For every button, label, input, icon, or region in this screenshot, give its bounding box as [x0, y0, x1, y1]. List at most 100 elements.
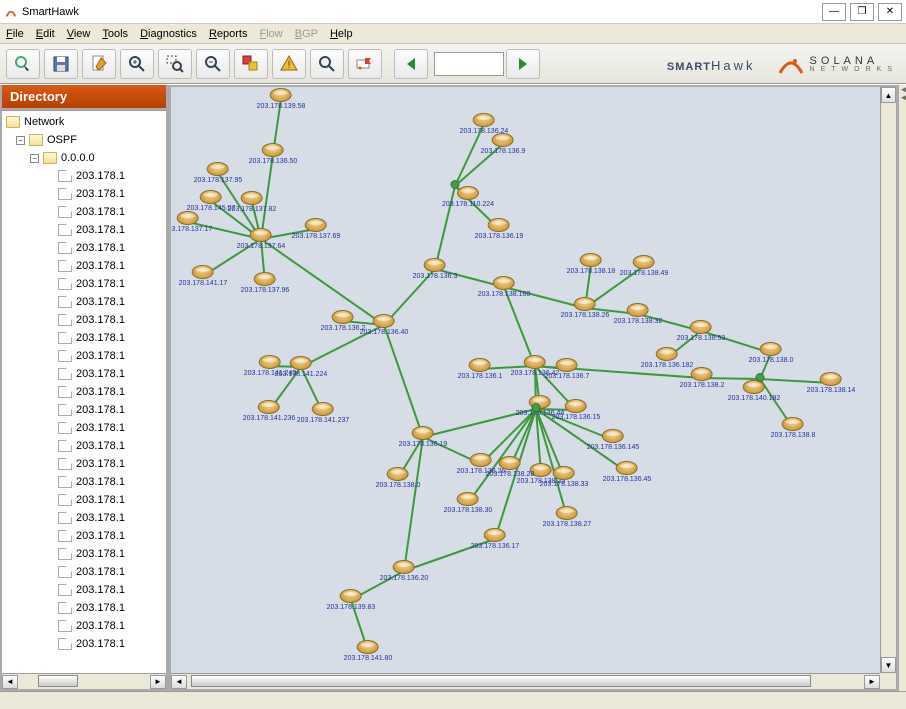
tree-leaf[interactable]: 203.178.1: [2, 365, 166, 383]
scroll-thumb[interactable]: [38, 675, 78, 687]
directory-tree[interactable]: Network −OSPF −0.0.0.0 203.178.1203.178.…: [2, 110, 166, 673]
alert-button[interactable]: !: [272, 49, 306, 79]
topology-canvas[interactable]: 203.178.139.58203.178.136.50203.178.136.…: [171, 87, 880, 673]
file-icon: [58, 260, 72, 272]
menu-view[interactable]: View: [67, 28, 91, 40]
scroll-down-button[interactable]: ▼: [881, 657, 896, 673]
tree-leaf[interactable]: 203.178.1: [2, 221, 166, 239]
canvas-hscroll[interactable]: ◄ ►: [171, 673, 880, 689]
window-titlebar: SmartHawk — ❐ ✕: [0, 0, 906, 24]
topology-edge: [638, 314, 701, 331]
scroll-right-button[interactable]: ►: [150, 675, 166, 689]
file-icon: [58, 206, 72, 218]
minimize-button[interactable]: —: [822, 3, 846, 21]
file-icon: [58, 386, 72, 398]
save-button[interactable]: [44, 49, 78, 79]
tree-leaf[interactable]: 203.178.1: [2, 455, 166, 473]
zoom-region-button[interactable]: [158, 49, 192, 79]
scroll-right-button[interactable]: ►: [864, 675, 880, 689]
scroll-left-button[interactable]: ◄: [171, 675, 187, 689]
topology-edge: [535, 366, 536, 409]
menu-reports[interactable]: Reports: [209, 28, 248, 40]
topology-edge: [701, 331, 771, 353]
topology-edge: [351, 571, 404, 600]
menu-help[interactable]: Help: [330, 28, 353, 40]
topology-edge: [585, 264, 591, 308]
topology-edge: [585, 308, 638, 314]
topology-edge: [585, 266, 644, 308]
menu-file[interactable]: File: [6, 28, 24, 40]
tree-leaf[interactable]: 203.178.1: [2, 509, 166, 527]
tree-leaf[interactable]: 203.178.1: [2, 527, 166, 545]
file-icon: [58, 584, 72, 596]
frame-field[interactable]: [434, 52, 504, 76]
file-icon: [58, 332, 72, 344]
folder-icon: [43, 152, 57, 164]
tree-ospf[interactable]: −OSPF: [2, 131, 166, 149]
layout-button[interactable]: [234, 49, 268, 79]
menu-diagnostics[interactable]: Diagnostics: [140, 28, 197, 40]
prev-button[interactable]: [394, 49, 428, 79]
tree-leaf[interactable]: 203.178.1: [2, 545, 166, 563]
tree-leaf[interactable]: 203.178.1: [2, 203, 166, 221]
tree-label: 203.178.1: [76, 422, 125, 434]
file-icon: [58, 638, 72, 650]
tree-root[interactable]: Network: [2, 113, 166, 131]
tree-leaf[interactable]: 203.178.1: [2, 563, 166, 581]
tree-leaf[interactable]: 203.178.1: [2, 347, 166, 365]
zoom-out-button[interactable]: [196, 49, 230, 79]
tree-leaf[interactable]: 203.178.1: [2, 383, 166, 401]
tree-leaf[interactable]: 203.178.1: [2, 185, 166, 203]
status-bar: [0, 691, 906, 709]
app-icon: [4, 5, 18, 19]
tree-leaf[interactable]: 203.178.1: [2, 635, 166, 653]
right-dock-handle[interactable]: ◄ ◄: [898, 85, 906, 691]
topology-edge: [435, 186, 455, 269]
scroll-thumb[interactable]: [191, 675, 811, 687]
menu-edit[interactable]: Edit: [36, 28, 55, 40]
company-logo: SOLANANETWORKS: [810, 55, 898, 73]
tree-leaf[interactable]: 203.178.1: [2, 437, 166, 455]
collapse-toggle[interactable]: −: [16, 136, 25, 145]
tree-leaf[interactable]: 203.178.1: [2, 257, 166, 275]
scroll-up-button[interactable]: ▲: [881, 87, 896, 103]
tree-leaf[interactable]: 203.178.1: [2, 329, 166, 347]
topology-edge: [535, 366, 702, 378]
file-icon: [58, 494, 72, 506]
flag-button[interactable]: [348, 49, 382, 79]
tree-leaf[interactable]: 203.178.1: [2, 599, 166, 617]
maximize-button[interactable]: ❐: [850, 3, 874, 21]
topology-edge: [536, 409, 576, 410]
close-button[interactable]: ✕: [878, 3, 902, 21]
tree-leaf[interactable]: 203.178.1: [2, 311, 166, 329]
dock-arrow-icon[interactable]: ◄: [900, 95, 906, 101]
search-button[interactable]: [310, 49, 344, 79]
tree-leaf[interactable]: 203.178.1: [2, 293, 166, 311]
menu-tools[interactable]: Tools: [102, 28, 128, 40]
topology-edge: [504, 287, 585, 308]
zoom-in-button[interactable]: [120, 49, 154, 79]
topology-canvas-wrap: 203.178.139.58203.178.136.50203.178.136.…: [168, 85, 898, 691]
collapse-toggle[interactable]: −: [30, 154, 39, 163]
tree-area[interactable]: −0.0.0.0: [2, 149, 166, 167]
tree-leaf[interactable]: 203.178.1: [2, 401, 166, 419]
tree-leaf[interactable]: 203.178.1: [2, 491, 166, 509]
scroll-left-button[interactable]: ◄: [2, 675, 18, 689]
pointer-tool-button[interactable]: [6, 49, 40, 79]
tree-leaf[interactable]: 203.178.1: [2, 419, 166, 437]
file-icon: [58, 350, 72, 362]
tree-leaf[interactable]: 203.178.1: [2, 617, 166, 635]
tree-leaf[interactable]: 203.178.1: [2, 581, 166, 599]
play-button[interactable]: [506, 49, 540, 79]
tree-leaf[interactable]: 203.178.1: [2, 473, 166, 491]
canvas-vscroll[interactable]: ▲ ▼: [880, 87, 896, 673]
topology-edge: [404, 437, 423, 571]
edit-button[interactable]: [82, 49, 116, 79]
topology-edge: [435, 269, 504, 287]
tree-leaf[interactable]: 203.178.1: [2, 275, 166, 293]
sidebar-hscroll[interactable]: ◄ ►: [2, 673, 166, 689]
tree-label: 203.178.1: [76, 224, 125, 236]
topology-edge: [760, 379, 831, 383]
tree-leaf[interactable]: 203.178.1: [2, 239, 166, 257]
tree-leaf[interactable]: 203.178.1: [2, 167, 166, 185]
